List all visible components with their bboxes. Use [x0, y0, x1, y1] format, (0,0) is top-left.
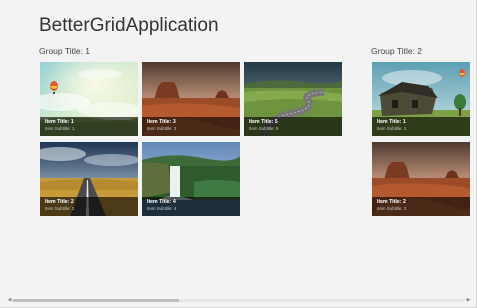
item-title: Item Title: 5 [249, 119, 278, 125]
item-caption: Item Title: 2 Item Subtitle: 2 [372, 197, 470, 216]
scrollbar-thumb[interactable] [13, 299, 179, 302]
group-title-1[interactable]: Group Title: 1 [39, 46, 90, 56]
chevron-right-icon[interactable]: ▶ [466, 298, 471, 303]
item-caption: Item Title: 4 Item Subtitle: 4 [142, 197, 240, 216]
item-caption: Item Title: 5 Item Subtitle: 5 [244, 117, 342, 136]
item-tile-desert-butte[interactable]: Item Title: 3 Item Subtitle: 3 [142, 62, 240, 136]
item-tile-winding-road[interactable]: Item Title: 5 Item Subtitle: 5 [244, 62, 342, 136]
item-title: Item Title: 2 [377, 199, 406, 205]
page-title: BetterGridApplication [39, 15, 219, 36]
item-caption: Item Title: 1 Item Subtitle: 1 [372, 117, 470, 136]
item-subtitle: Item Subtitle: 4 [147, 206, 177, 211]
item-subtitle: Item Subtitle: 2 [377, 206, 407, 211]
item-tile-desert-butte-2[interactable]: Item Title: 2 Item Subtitle: 2 [372, 142, 470, 216]
group-title-2[interactable]: Group Title: 2 [371, 46, 422, 56]
item-tile-waterfall[interactable]: Item Title: 4 Item Subtitle: 4 [142, 142, 240, 216]
chevron-left-icon[interactable]: ◀ [7, 298, 12, 303]
item-caption: Item Title: 1 Item Subtitle: 1 [40, 117, 138, 136]
item-subtitle: Item Subtitle: 1 [45, 126, 75, 131]
item-title: Item Title: 3 [147, 119, 176, 125]
item-tile-balloon-sky[interactable]: Item Title: 1 Item Subtitle: 1 [40, 62, 138, 136]
item-tile-old-house[interactable]: Item Title: 1 Item Subtitle: 1 [372, 62, 470, 136]
item-caption: Item Title: 3 Item Subtitle: 3 [142, 117, 240, 136]
horizontal-scrollbar[interactable]: ◀ ▶ [7, 298, 471, 303]
item-subtitle: Item Subtitle: 2 [45, 206, 75, 211]
item-tile-straight-road[interactable]: Item Title: 2 Item Subtitle: 2 [40, 142, 138, 216]
item-subtitle: Item Subtitle: 3 [147, 126, 177, 131]
item-title: Item Title: 1 [377, 119, 406, 125]
item-subtitle: Item Subtitle: 1 [377, 126, 407, 131]
item-title: Item Title: 1 [45, 119, 74, 125]
item-title: Item Title: 2 [45, 199, 74, 205]
item-caption: Item Title: 2 Item Subtitle: 2 [40, 197, 138, 216]
item-subtitle: Item Subtitle: 5 [249, 126, 279, 131]
item-title: Item Title: 4 [147, 199, 176, 205]
